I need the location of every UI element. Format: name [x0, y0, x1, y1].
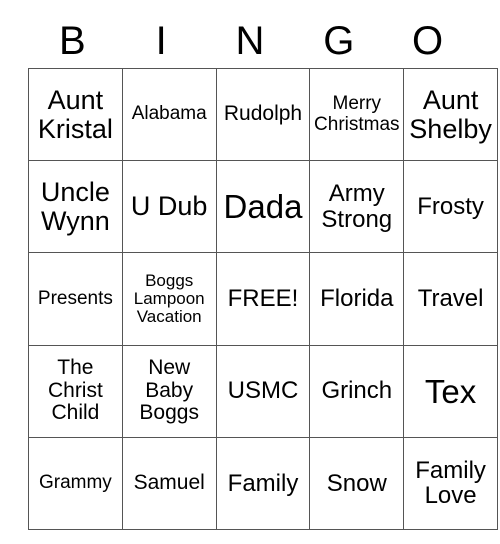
bingo-cell[interactable]: Army Strong — [309, 160, 405, 254]
bingo-row: Uncle Wynn U Dub Dada Army Strong Frosty — [28, 160, 498, 254]
bingo-cell[interactable]: Samuel — [121, 436, 217, 530]
bingo-header-letter-g: G — [323, 19, 355, 63]
bingo-cell[interactable]: The Christ Child — [28, 344, 123, 438]
bingo-cell[interactable]: Aunt Kristal — [28, 67, 123, 162]
bingo-cell[interactable]: Alabama — [121, 67, 217, 162]
bingo-cell[interactable]: Grammy — [28, 436, 123, 530]
bingo-cell[interactable]: Grinch — [309, 344, 405, 438]
bingo-cell-free[interactable]: FREE! — [215, 252, 311, 346]
bingo-cell[interactable]: New Baby Boggs — [121, 344, 217, 438]
bingo-cell[interactable]: Family — [215, 436, 311, 530]
bingo-header-letter-o: O — [412, 19, 444, 63]
bingo-card: B I N G O Aunt Kristal Alabama Rudolph M… — [0, 0, 500, 544]
bingo-cell[interactable]: Tex — [403, 344, 498, 438]
bingo-cell[interactable]: Florida — [309, 252, 405, 346]
bingo-cell[interactable]: Travel — [403, 252, 498, 346]
bingo-cell[interactable]: Dada — [215, 160, 311, 254]
bingo-header-letter-b: B — [59, 19, 86, 63]
bingo-header: B I N G O — [28, 16, 472, 66]
bingo-cell[interactable]: Boggs Lampoon Vacation — [121, 252, 217, 346]
bingo-cell[interactable]: Presents — [28, 252, 123, 346]
bingo-cell[interactable]: Snow — [309, 436, 405, 530]
bingo-header-letter-i: I — [155, 19, 167, 63]
bingo-row: Presents Boggs Lampoon Vacation FREE! Fl… — [28, 252, 498, 346]
bingo-cell[interactable]: Uncle Wynn — [28, 160, 123, 254]
bingo-row: The Christ Child New Baby Boggs USMC Gri… — [28, 344, 498, 438]
bingo-cell[interactable]: Family Love — [403, 436, 498, 530]
bingo-cell[interactable]: Rudolph — [215, 67, 311, 162]
bingo-row: Aunt Kristal Alabama Rudolph Merry Chris… — [28, 67, 498, 162]
bingo-cell[interactable]: U Dub — [121, 160, 217, 254]
bingo-cell[interactable]: Merry Christmas — [309, 67, 405, 162]
bingo-cell[interactable]: Aunt Shelby — [403, 67, 498, 162]
bingo-grid: Aunt Kristal Alabama Rudolph Merry Chris… — [28, 67, 498, 530]
bingo-header-letter-n: N — [235, 19, 265, 63]
bingo-cell[interactable]: Frosty — [403, 160, 498, 254]
bingo-row: Grammy Samuel Family Snow Family Love — [28, 436, 498, 530]
bingo-cell[interactable]: USMC — [215, 344, 311, 438]
